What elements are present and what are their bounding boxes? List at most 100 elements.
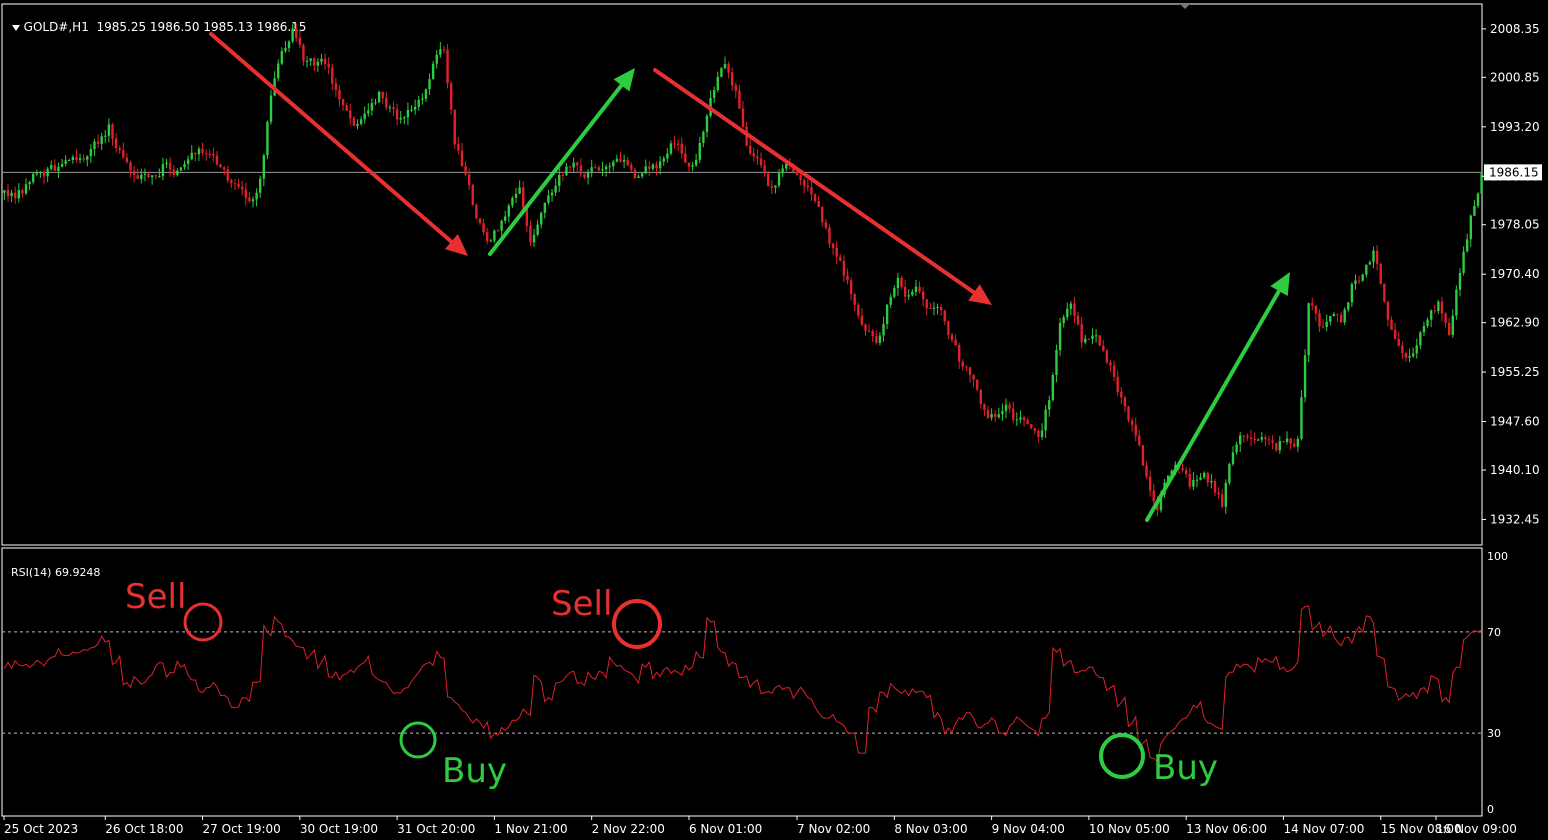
- candle-body: [997, 414, 1001, 418]
- candle-body: [60, 163, 64, 167]
- candle: [997, 407, 1001, 420]
- candle: [514, 187, 518, 204]
- candle-body: [1213, 480, 1217, 493]
- candle-body: [212, 153, 215, 156]
- candle: [295, 23, 298, 42]
- candle-body: [114, 138, 118, 149]
- candle-body: [172, 169, 175, 176]
- candle-body: [990, 413, 993, 418]
- candle: [197, 146, 201, 161]
- candle-body: [914, 286, 918, 292]
- candle-body: [104, 135, 107, 137]
- candle-body: [763, 165, 766, 174]
- candle: [60, 158, 64, 168]
- price-tick-label: 1970.40: [1490, 267, 1540, 281]
- candle: [259, 175, 262, 198]
- candle-body: [349, 110, 352, 119]
- rsi-panel[interactable]: [2, 605, 1482, 763]
- candle: [1260, 432, 1264, 443]
- candle-body: [424, 89, 428, 99]
- candle-body: [932, 307, 936, 309]
- price-panel[interactable]: [2, 23, 1483, 517]
- time-tick-label: 14 Nov 07:00: [1283, 822, 1364, 836]
- candle-body: [244, 189, 247, 198]
- trading-chart[interactable]: 2008.352000.851993.201985.551978.051970.…: [0, 0, 1548, 840]
- candle-body: [1116, 376, 1119, 393]
- candle-body: [1314, 305, 1318, 314]
- candle: [161, 157, 165, 181]
- candle: [633, 167, 637, 180]
- candle-body: [10, 192, 13, 197]
- candle: [716, 71, 719, 93]
- candle: [666, 148, 669, 163]
- candle: [158, 168, 161, 178]
- candle-body: [806, 185, 810, 188]
- candle: [341, 98, 345, 111]
- candle-body: [828, 227, 831, 244]
- candle: [943, 309, 946, 326]
- candle-body: [259, 178, 262, 193]
- candle-body: [82, 158, 85, 160]
- candle-body: [111, 124, 114, 139]
- candle: [1321, 319, 1325, 329]
- candle: [734, 82, 737, 99]
- candle: [485, 227, 489, 245]
- candle-body: [550, 192, 554, 196]
- candle: [82, 154, 85, 163]
- candle-body: [428, 79, 431, 90]
- candle-body: [1325, 321, 1328, 328]
- candle-body: [543, 202, 547, 213]
- candle-body: [403, 117, 406, 119]
- candle: [1264, 434, 1267, 447]
- candle: [269, 89, 273, 125]
- candle-body: [986, 410, 990, 418]
- candle-body: [1094, 335, 1098, 337]
- candle: [597, 165, 601, 172]
- candle: [219, 163, 222, 169]
- candle-body: [316, 61, 320, 66]
- candle: [53, 159, 57, 172]
- candle-body: [846, 275, 849, 281]
- candle-body: [1087, 338, 1091, 340]
- time-tick-label: 1 Nov 21:00: [494, 822, 567, 836]
- candle: [129, 160, 132, 178]
- candle-body: [240, 186, 244, 190]
- candle: [849, 277, 853, 301]
- candle-body: [568, 166, 572, 168]
- candle-body: [53, 165, 57, 171]
- candle-body: [1260, 437, 1264, 440]
- candle: [518, 180, 521, 195]
- candle: [1120, 386, 1123, 405]
- candle: [309, 58, 312, 66]
- candle: [471, 184, 474, 206]
- candle: [1188, 467, 1191, 490]
- candle: [961, 359, 964, 371]
- candle: [644, 159, 647, 174]
- candle: [222, 166, 226, 176]
- candle: [648, 161, 651, 177]
- time-tick-label: 30 Oct 19:00: [300, 822, 378, 836]
- candle: [900, 275, 903, 290]
- candle-body: [24, 184, 28, 194]
- candle: [842, 255, 846, 282]
- candle: [111, 122, 114, 146]
- candle: [547, 189, 550, 205]
- candle-body: [417, 99, 420, 107]
- candle-body: [1098, 335, 1101, 346]
- candle: [1357, 275, 1361, 285]
- candle-body: [774, 185, 777, 188]
- candle: [125, 153, 129, 164]
- candle: [64, 155, 67, 167]
- candle: [1145, 461, 1148, 480]
- rsi-tick-label: 70: [1487, 626, 1501, 639]
- candle: [78, 153, 82, 164]
- candle-body: [676, 143, 680, 145]
- candle-body: [1220, 494, 1224, 507]
- candle-body: [1008, 404, 1011, 409]
- candle: [691, 162, 694, 172]
- candle-body: [277, 63, 280, 79]
- candle: [132, 165, 136, 183]
- candle: [136, 168, 139, 180]
- candle: [1109, 360, 1112, 372]
- candle: [1437, 300, 1440, 314]
